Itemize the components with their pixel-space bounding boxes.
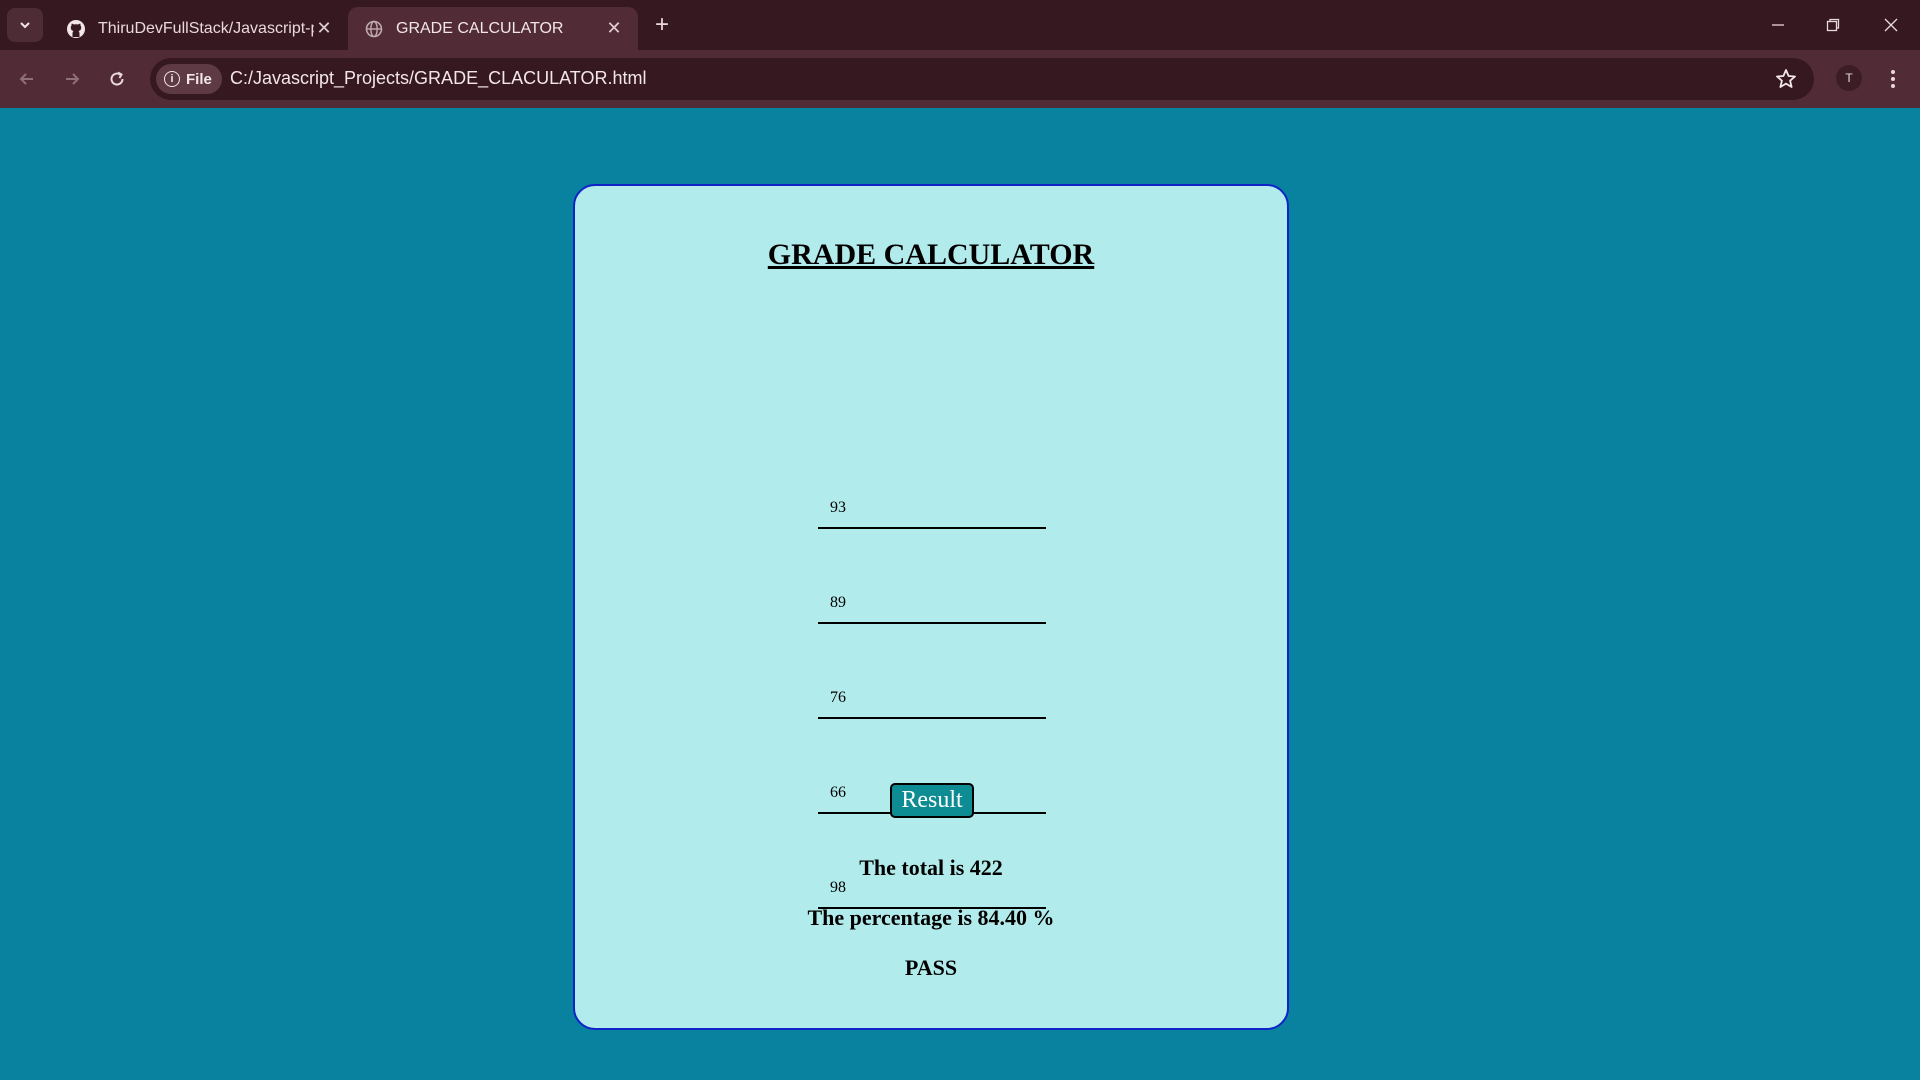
- tab-github[interactable]: ThiruDevFullStack/Javascript-pr ✕: [50, 7, 348, 50]
- tab-title: GRADE CALCULATOR: [396, 19, 564, 37]
- bookmark-star-icon[interactable]: [1774, 67, 1798, 91]
- percentage-text: The percentage is 84.40 %: [807, 905, 1055, 930]
- minimize-button[interactable]: [1760, 8, 1796, 42]
- mark-input-1[interactable]: [818, 489, 1046, 529]
- site-info-chip[interactable]: i File: [156, 64, 222, 94]
- tab-grade-calculator[interactable]: GRADE CALCULATOR ✕: [348, 7, 638, 50]
- more-vertical-icon: [1891, 70, 1895, 88]
- mark-input-3[interactable]: [818, 679, 1046, 719]
- scheme-label: File: [186, 70, 212, 88]
- minimize-icon: [1772, 24, 1784, 26]
- info-icon: i: [164, 71, 180, 87]
- forward-button[interactable]: [57, 64, 87, 94]
- total-text: The total is 422: [859, 855, 1003, 880]
- tab-search-button[interactable]: [7, 8, 43, 42]
- chevron-down-icon: [20, 22, 30, 29]
- arrow-left-icon: [19, 73, 33, 85]
- browser-toolbar: i File C:/Javascript_Projects/GRADE_CLAC…: [0, 50, 1920, 108]
- status-text: PASS: [904, 955, 958, 980]
- globe-icon: [364, 19, 384, 39]
- address-bar[interactable]: i File C:/Javascript_Projects/GRADE_CLAC…: [150, 58, 1814, 100]
- restore-button[interactable]: [1815, 8, 1851, 42]
- browser-menu-button[interactable]: [1880, 65, 1906, 93]
- tab-strip: ThiruDevFullStack/Javascript-pr ✕ GRADE …: [0, 0, 1920, 50]
- close-window-button[interactable]: [1873, 8, 1909, 42]
- close-icon: [1884, 18, 1898, 32]
- close-icon[interactable]: ✕: [604, 18, 624, 39]
- reload-icon: [110, 71, 124, 86]
- page-title: GRADE CALCULATOR: [767, 238, 1095, 271]
- back-button[interactable]: [12, 64, 42, 94]
- new-tab-button[interactable]: +: [650, 11, 674, 38]
- tab-title: ThiruDevFullStack/Javascript-pr: [98, 19, 314, 37]
- profile-avatar[interactable]: T: [1836, 65, 1862, 91]
- url-text: C:/Javascript_Projects/GRADE_CLACULATOR.…: [230, 68, 647, 88]
- github-icon: [66, 19, 86, 39]
- restore-icon: [1826, 18, 1840, 32]
- arrow-right-icon: [66, 73, 80, 85]
- grade-calculator-card: GRADE CALCULATOR Result The total is 422…: [573, 184, 1289, 1030]
- mark-input-2[interactable]: [818, 584, 1046, 624]
- close-icon[interactable]: ✕: [314, 18, 334, 39]
- reload-button[interactable]: [102, 64, 132, 94]
- result-button[interactable]: Result: [890, 783, 974, 818]
